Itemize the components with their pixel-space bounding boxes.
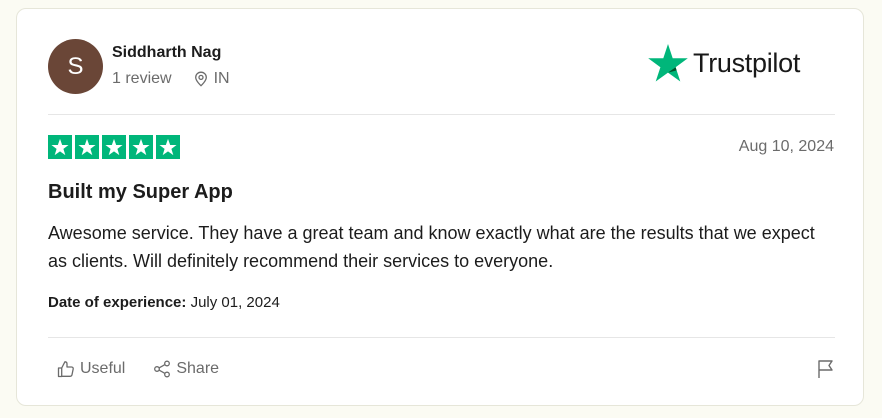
brand-name: Trustpilot <box>693 47 801 78</box>
flag-icon <box>818 360 833 378</box>
share-button[interactable]: Share <box>153 360 219 378</box>
avatar[interactable]: S <box>48 39 103 94</box>
report-flag-button[interactable] <box>817 359 835 384</box>
experience-label: Date of experience: <box>48 294 187 311</box>
review-date: Aug 10, 2024 <box>738 138 834 155</box>
experience-date: July 01, 2024 <box>190 294 280 311</box>
location-pin-icon <box>194 71 207 87</box>
footer-divider <box>48 337 835 338</box>
review-count: 1 review <box>112 70 172 87</box>
share-label: Share <box>176 360 220 377</box>
useful-label: Useful <box>80 360 126 377</box>
header-divider <box>48 114 835 115</box>
rating-star-icon <box>102 135 126 159</box>
rating-star-icon <box>129 135 153 159</box>
trustpilot-logo[interactable]: Trustpilot <box>648 44 800 82</box>
rating-star-icon <box>75 135 99 159</box>
country-code: IN <box>213 70 230 87</box>
trustpilot-star-icon <box>648 44 688 82</box>
reviewer-meta: 1 review IN <box>112 70 230 88</box>
rating-star-icon <box>48 135 72 159</box>
review-body: Awesome service. They have a great team … <box>48 223 815 271</box>
thumbs-up-icon <box>57 361 74 378</box>
avatar-initial: S <box>67 52 84 80</box>
share-icon <box>154 360 171 378</box>
review-actions: Useful Share <box>57 360 247 378</box>
rating-star-icon <box>156 135 180 159</box>
review-card: S Siddharth Nag 1 review IN Trustpilot A… <box>16 8 864 406</box>
date-of-experience: Date of experience: July 01, 2024 <box>48 294 280 311</box>
useful-button[interactable]: Useful <box>57 360 125 378</box>
reviewer-name[interactable]: Siddharth Nag <box>112 44 221 62</box>
reviewer-location: IN <box>194 70 230 88</box>
star-rating <box>48 135 183 159</box>
review-title[interactable]: Built my Super App <box>48 181 233 204</box>
